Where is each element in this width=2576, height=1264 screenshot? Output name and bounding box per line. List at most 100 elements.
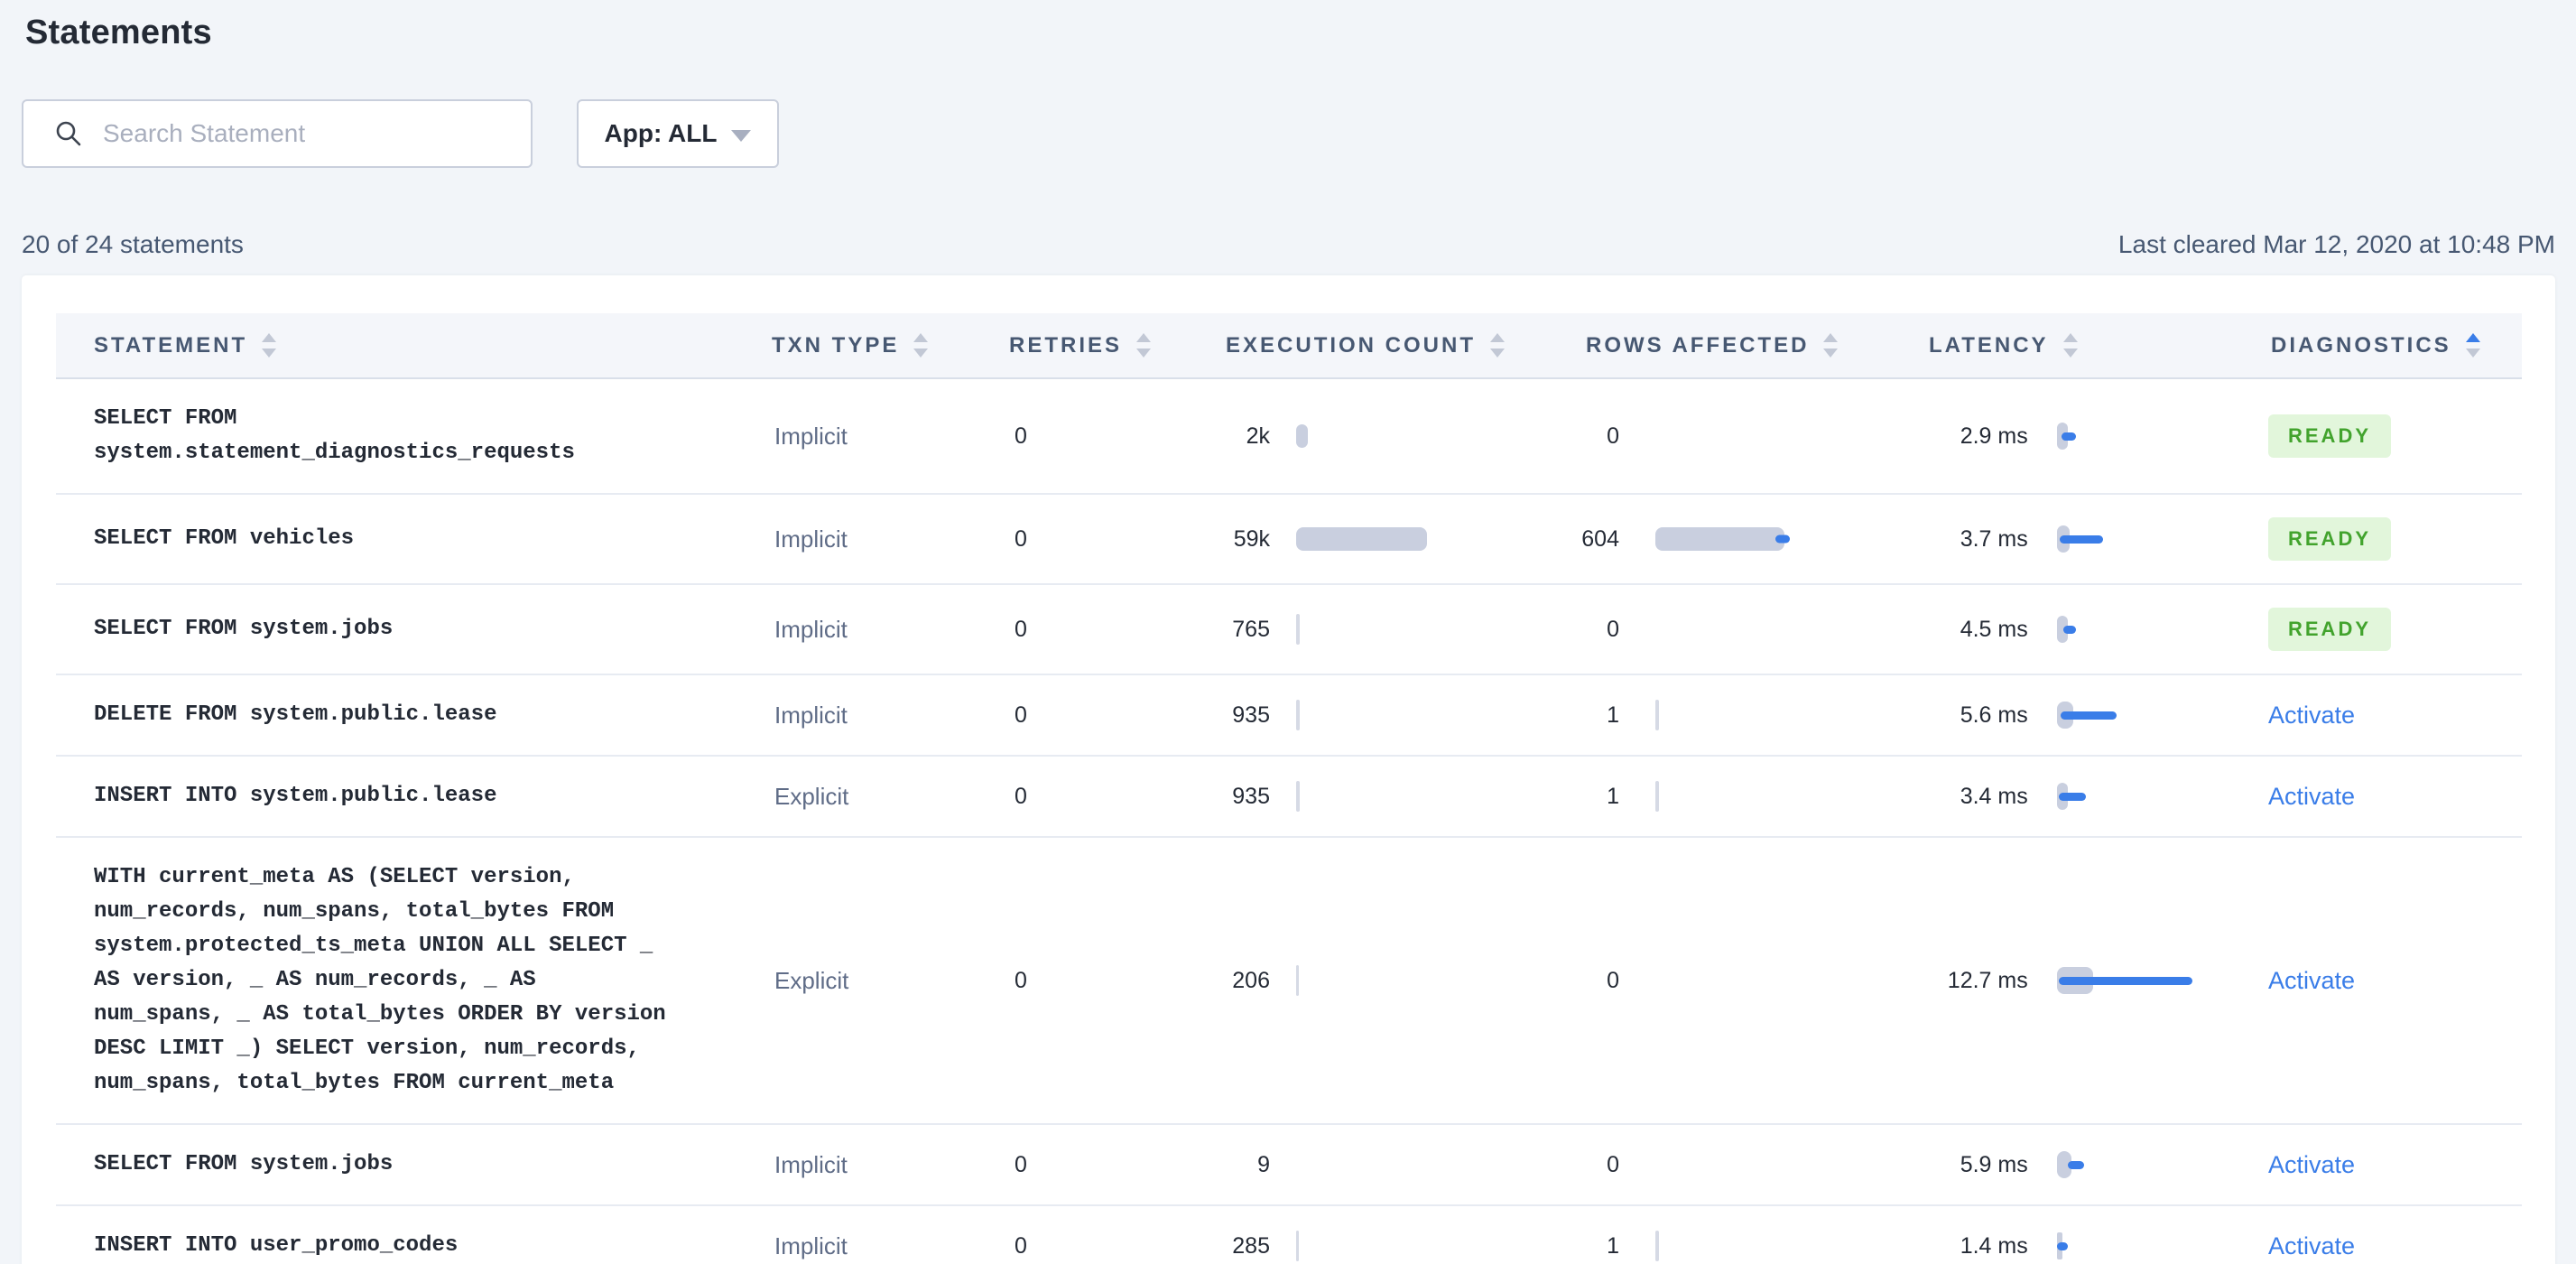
sort-desc-icon: [1823, 349, 1839, 358]
sort-asc-icon: [2062, 333, 2078, 342]
latency-bar: [2056, 1231, 2240, 1261]
filters-bar: App: ALL: [22, 99, 2576, 168]
latency-cell: 5.9 ms: [1915, 1149, 2240, 1180]
column-header-label: LATENCY: [1929, 332, 2049, 358]
statement-text[interactable]: SELECT FROM system.jobs: [56, 612, 393, 646]
txn-type-value: Explicit: [774, 782, 849, 810]
txn-type-cell: Implicit: [751, 702, 986, 730]
execution-count-cell: 765: [1121, 614, 1554, 645]
statements-card: STATEMENT TXN TYPE RETRIES EXECUTION COU…: [22, 275, 2555, 1264]
activate-link[interactable]: Activate: [2268, 1232, 2355, 1260]
search-box[interactable]: [22, 99, 533, 168]
retries-value: 0: [1015, 967, 1027, 993]
activate-link[interactable]: Activate: [2268, 702, 2355, 730]
execution-count-bar: [1296, 1231, 1299, 1261]
table-header-row: STATEMENT TXN TYPE RETRIES EXECUTION COU…: [56, 313, 2522, 379]
column-header-retries[interactable]: RETRIES: [986, 313, 1152, 377]
rows-affected-value: 0: [1607, 423, 1619, 449]
latency-bar: [2056, 965, 2240, 996]
statement-text[interactable]: INSERT INTO system.public.lease: [56, 779, 496, 813]
retries-value: 0: [1015, 1232, 1027, 1259]
latency-value: 5.9 ms: [1960, 1151, 2028, 1177]
execution-count-value: 285: [1232, 1232, 1270, 1259]
sort-icons: [2465, 333, 2480, 358]
execution-count-value: 765: [1232, 616, 1270, 642]
sort-desc-icon: [2062, 349, 2078, 358]
column-header-txn-type[interactable]: TXN TYPE: [751, 313, 986, 377]
statement-text[interactable]: SELECT FROM vehicles: [56, 522, 354, 556]
statement-text[interactable]: SELECT FROM system.statement_diagnostics…: [56, 402, 575, 470]
search-input[interactable]: [103, 119, 513, 148]
column-header-rows-affected[interactable]: ROWS AFFECTED: [1554, 313, 1915, 377]
latency-bar: [2056, 524, 2240, 554]
latency-cell: 5.6 ms: [1915, 700, 2240, 730]
column-header-label: DIAGNOSTICS: [2271, 332, 2451, 358]
execution-count-cell: 9: [1121, 1152, 1554, 1178]
txn-type-cell: Implicit: [751, 1151, 986, 1179]
execution-count-value: 935: [1232, 702, 1270, 728]
diagnostics-cell: Activate: [2240, 1232, 2522, 1260]
latency-value: 5.6 ms: [1960, 702, 2028, 728]
sort-asc-icon: [1490, 333, 1506, 342]
statement-cell: SELECT FROM vehicles: [56, 522, 751, 556]
retries-cell: 0: [986, 968, 1121, 994]
retries-value: 0: [1015, 525, 1027, 552]
latency-mean-bar: [2060, 711, 2117, 720]
app-filter-button[interactable]: App: ALL: [577, 99, 779, 168]
column-header-statement[interactable]: STATEMENT: [56, 313, 751, 377]
retries-cell: 0: [986, 423, 1121, 450]
retries-cell: 0: [986, 702, 1121, 729]
txn-type-cell: Explicit: [751, 967, 986, 995]
ready-badge[interactable]: READY: [2268, 608, 2392, 651]
diagnostics-cell: Activate: [2240, 783, 2522, 811]
sort-desc-icon: [262, 349, 277, 358]
activate-link[interactable]: Activate: [2268, 967, 2355, 995]
statement-text[interactable]: WITH current_meta AS (SELECT version, nu…: [56, 860, 666, 1101]
rows-affected-value: 1: [1607, 1232, 1619, 1259]
txn-type-value: Implicit: [774, 422, 848, 450]
statement-text[interactable]: INSERT INTO user_promo_codes: [56, 1229, 458, 1263]
execution-count-bar: [1296, 700, 1300, 730]
execution-count-bar: [1296, 781, 1300, 812]
latency-value: 1.4 ms: [1960, 1232, 2028, 1259]
rows-affected-value: 0: [1607, 616, 1619, 642]
statement-row: WITH current_meta AS (SELECT version, nu…: [56, 838, 2522, 1125]
execution-count-value: 935: [1232, 783, 1270, 809]
statement-text[interactable]: SELECT FROM system.jobs: [56, 1148, 393, 1182]
statement-text[interactable]: DELETE FROM system.public.lease: [56, 698, 496, 732]
latency-bar: [2056, 421, 2240, 451]
latency-mean-bar: [2062, 625, 2076, 634]
ready-badge[interactable]: READY: [2268, 517, 2392, 561]
activate-link[interactable]: Activate: [2268, 783, 2355, 811]
last-cleared-text: Last cleared Mar 12, 2020 at 10:48 PM: [2117, 230, 2555, 258]
statement-cell: SELECT FROM system.statement_diagnostics…: [56, 402, 751, 470]
latency-mean-bar: [2058, 976, 2192, 985]
latency-mean-bar: [2061, 432, 2076, 441]
latency-cell: 2.9 ms: [1915, 421, 2240, 451]
execution-count-cell: 935: [1121, 700, 1554, 730]
activate-link[interactable]: Activate: [2268, 1151, 2355, 1179]
sort-desc-icon: [1490, 349, 1506, 358]
retries-value: 0: [1015, 616, 1027, 642]
statement-cell: INSERT INTO user_promo_codes: [56, 1229, 751, 1263]
sort-asc-icon: [262, 333, 277, 342]
rows-affected-cell: 0: [1554, 1152, 1915, 1178]
column-header-execution-count[interactable]: EXECUTION COUNT: [1121, 313, 1554, 377]
retries-value: 0: [1015, 1151, 1027, 1177]
column-header-latency[interactable]: LATENCY: [1915, 313, 2240, 377]
rows-affected-bar: [1655, 1231, 1659, 1261]
statement-row: DELETE FROM system.public.lease Implicit…: [56, 675, 2522, 757]
sort-icons: [262, 333, 277, 358]
rows-affected-cell: 0: [1554, 968, 1915, 994]
retries-cell: 0: [986, 784, 1121, 810]
latency-bar: [2056, 700, 2240, 730]
execution-count-cell: 206: [1121, 965, 1554, 996]
statement-cell: INSERT INTO system.public.lease: [56, 779, 751, 813]
ready-badge[interactable]: READY: [2268, 414, 2392, 458]
rows-affected-cell: 0: [1554, 423, 1915, 450]
txn-type-cell: Explicit: [751, 783, 986, 811]
statement-row: INSERT INTO system.public.lease Explicit…: [56, 757, 2522, 838]
statement-row: SELECT FROM system.jobs Implicit 0 9 0 5…: [56, 1125, 2522, 1206]
txn-type-cell: Implicit: [751, 1232, 986, 1260]
column-header-diagnostics[interactable]: DIAGNOSTICS: [2240, 313, 2522, 377]
